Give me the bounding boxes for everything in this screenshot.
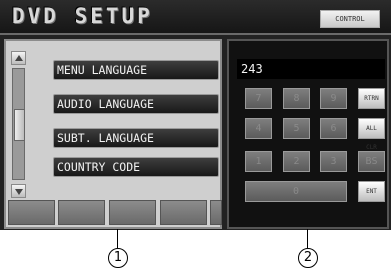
- key-0[interactable]: 0: [245, 181, 347, 202]
- header-bar: DVD SETUP CONTROL: [0, 0, 391, 35]
- callout-line-2: [307, 229, 308, 248]
- tab-2[interactable]: [58, 200, 105, 225]
- scrollbar-thumb[interactable]: [14, 109, 25, 141]
- scrollbar-track[interactable]: [12, 68, 25, 180]
- key-1[interactable]: 1: [245, 151, 272, 172]
- key-7[interactable]: 7: [245, 88, 272, 109]
- scroll-up-arrow-icon[interactable]: [11, 51, 26, 65]
- menu-panel: MENU LANGUAGE AUDIO LANGUAGE SUBT. LANGU…: [4, 39, 222, 229]
- menu-item-subtitle-language[interactable]: SUBT. LANGUAGE: [53, 128, 219, 148]
- callout-number-1: 1: [108, 248, 128, 268]
- key-9[interactable]: 9: [320, 88, 347, 109]
- menu-item-audio-language[interactable]: AUDIO LANGUAGE: [53, 94, 219, 114]
- scroll-down-arrow-icon[interactable]: [11, 184, 26, 198]
- callout-line-1: [117, 229, 118, 248]
- tab-4[interactable]: [160, 200, 207, 225]
- tab-3[interactable]: [109, 200, 156, 225]
- keypad-panel: 243 7 8 9 RTRN 4 5 6 ALL CLR 1 2 3 BS 0 …: [227, 39, 389, 229]
- backspace-button[interactable]: BS: [358, 151, 385, 172]
- enter-button[interactable]: ENT: [358, 181, 385, 202]
- dvd-setup-screen: DVD SETUP CONTROL MENU LANGUAGE AUDIO LA…: [0, 0, 391, 230]
- key-4[interactable]: 4: [245, 118, 272, 139]
- key-6[interactable]: 6: [320, 118, 347, 139]
- key-2[interactable]: 2: [283, 151, 310, 172]
- key-5[interactable]: 5: [283, 118, 310, 139]
- all-clear-button[interactable]: ALL CLR: [358, 118, 385, 151]
- code-display: 243: [237, 59, 385, 79]
- menu-item-country-code[interactable]: COUNTRY CODE: [53, 157, 219, 177]
- control-button[interactable]: CONTROL: [320, 10, 380, 28]
- return-button[interactable]: RTRN: [358, 88, 385, 109]
- tab-bar: [8, 200, 222, 225]
- menu-item-menu-language[interactable]: MENU LANGUAGE: [53, 60, 219, 80]
- tab-1[interactable]: [8, 200, 55, 225]
- page-title: DVD SETUP: [12, 4, 153, 28]
- key-8[interactable]: 8: [283, 88, 310, 109]
- key-3[interactable]: 3: [320, 151, 347, 172]
- callout-number-2: 2: [298, 248, 318, 268]
- tab-5[interactable]: [210, 200, 222, 225]
